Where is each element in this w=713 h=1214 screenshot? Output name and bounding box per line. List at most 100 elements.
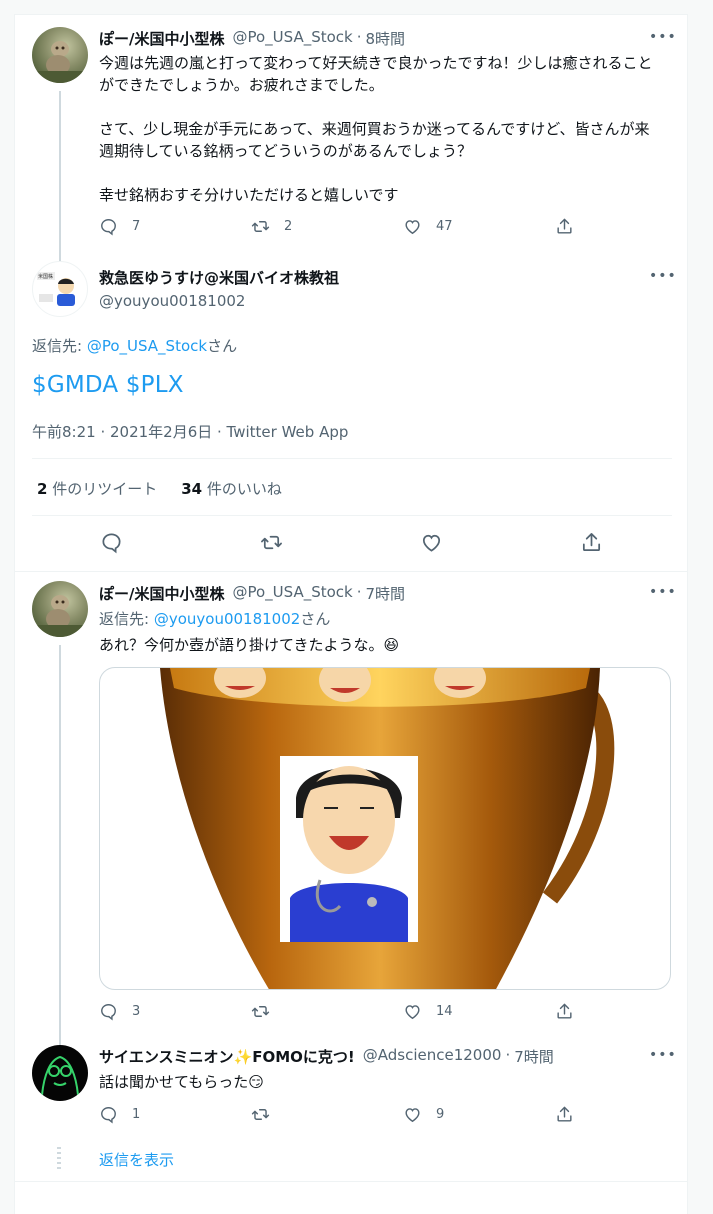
like-icon (405, 220, 420, 235)
tweet-paragraph: 幸せ銘柄おすそ分けいただけると嬉しいです (99, 186, 399, 204)
tweet3-header: ぽー/米国中小型株 @Po_USA_Stock · 7時間 (99, 583, 405, 604)
share-button[interactable] (555, 1105, 574, 1124)
reply-icon (101, 219, 116, 236)
reply-icon[interactable] (100, 531, 123, 554)
like-icon[interactable] (420, 531, 443, 554)
avatar-adscience[interactable] (32, 1045, 88, 1101)
thread-line (59, 91, 61, 261)
reply-count: 3 (132, 1004, 141, 1019)
share-button[interactable] (555, 1002, 574, 1021)
reply-button[interactable]: 1 (99, 1105, 140, 1124)
thread-dots (57, 1147, 61, 1169)
reply-to-label: 返信先: (99, 610, 154, 628)
doctor-avatar-icon: 米国株 (37, 272, 75, 306)
divider (32, 458, 672, 459)
author-handle[interactable]: @Adscience12000 (363, 1046, 502, 1067)
like-count: 9 (436, 1107, 445, 1122)
main-author: 救急医ゆうすけ@米国バイオ株教祖 @youyou00181002 (99, 267, 339, 310)
avatar-po-usa-stock[interactable] (32, 27, 88, 83)
divider (32, 515, 672, 516)
reply-icon (101, 1004, 116, 1021)
retweet-icon (251, 221, 270, 232)
thread-line (59, 645, 61, 1045)
avatar-po-usa-stock[interactable] (32, 581, 88, 637)
retweet-button[interactable] (251, 1002, 284, 1021)
reply-to-handle[interactable]: @Po_USA_Stock (87, 337, 207, 355)
timeline: ぽー/米国中小型株 @Po_USA_Stock · 8時間 ••• 今週は先週の… (14, 14, 688, 1214)
author-name[interactable]: 救急医ゆうすけ@米国バイオ株教祖 (99, 267, 339, 288)
retweet-button[interactable] (251, 1105, 284, 1124)
reply-to-handle[interactable]: @youyou00181002 (154, 610, 300, 628)
svg-text:米国株: 米国株 (38, 273, 53, 280)
share-button[interactable] (555, 217, 574, 236)
tweet-time[interactable]: 7時間 (366, 583, 406, 604)
author-handle[interactable]: @Po_USA_Stock (232, 583, 352, 604)
like-icon (405, 1005, 420, 1020)
main-tweet-body[interactable]: $GMDA $PLX (32, 372, 184, 398)
tweet1-body: 今週は先週の嵐と打って変わって好天続きで良かったですね！少しは癒されることができ… (99, 52, 659, 206)
like-stat-label: 件のいいね (202, 480, 282, 498)
retweet-stat-count: 2 (37, 480, 48, 498)
retweet-stat[interactable]: 2 件のリツイート (37, 478, 157, 499)
divider (15, 1181, 687, 1182)
author-name[interactable]: ぽー/米国中小型株 (99, 583, 224, 604)
tweet-time[interactable]: 8時間 (366, 28, 406, 49)
retweet-icon (251, 1006, 270, 1017)
reply-to-suffix: さん (207, 337, 238, 355)
reply-to: 返信先: @Po_USA_Stockさん (32, 335, 237, 356)
share-icon (557, 1003, 572, 1019)
tweet-paragraph: 今週は先週の嵐と打って変わって好天続きで良かったですね！少しは癒されることができ… (99, 54, 653, 94)
tweet3-body: あれ？今何か壺が語り掛けてきたような。😆 (99, 636, 400, 654)
show-replies-link[interactable]: 返信を表示 (99, 1149, 174, 1170)
author-handle[interactable]: @Po_USA_Stock (232, 28, 352, 49)
avatar-youyou[interactable]: 米国株 (32, 261, 88, 317)
engagement-stats: 2 件のリツイート 34 件のいいね (37, 478, 282, 499)
more-options-icon[interactable]: ••• (649, 585, 676, 606)
retweet-button[interactable]: 2 (251, 217, 292, 236)
more-options-icon[interactable]: ••• (649, 1048, 676, 1069)
share-icon (557, 218, 572, 234)
retweet-icon[interactable] (260, 531, 283, 554)
like-count: 47 (436, 219, 453, 234)
reply-to-suffix: さん (300, 610, 331, 628)
more-options-icon[interactable]: ••• (649, 30, 676, 51)
reply-icon (101, 1107, 116, 1124)
more-options-icon[interactable]: ••• (649, 269, 676, 290)
author-name[interactable]: サイエンスミニオン✨FOMOに克つ! (99, 1046, 355, 1067)
tweet3-actions: 3 14 (99, 1002, 579, 1022)
retweet-stat-label: 件のリツイート (47, 480, 158, 498)
tweet-time[interactable]: 7時間 (514, 1046, 554, 1067)
like-icon (405, 1108, 420, 1123)
tweet-image[interactable] (99, 667, 671, 990)
like-stat[interactable]: 34 件のいいね (181, 478, 282, 499)
share-icon (557, 1106, 572, 1122)
like-button[interactable]: 14 (403, 1002, 453, 1021)
reply-to-label: 返信先: (32, 337, 87, 355)
divider (15, 571, 687, 572)
tweet1-header: ぽー/米国中小型株 @Po_USA_Stock · 8時間 (99, 28, 405, 49)
main-actions (100, 531, 605, 555)
share-icon[interactable] (580, 531, 603, 554)
tweet4-actions: 1 9 (99, 1105, 579, 1125)
tweet-timestamp[interactable]: 午前8:21 · 2021年2月6日 · Twitter Web App (32, 421, 348, 442)
separator: · (356, 583, 362, 601)
minion-avatar-icon (41, 1055, 79, 1096)
author-handle[interactable]: @youyou00181002 (99, 292, 339, 310)
like-button[interactable]: 47 (403, 217, 453, 236)
reply-button[interactable]: 7 (99, 217, 140, 236)
retweet-count: 2 (284, 219, 293, 234)
monkey-photo-icon (36, 41, 84, 83)
like-count: 14 (436, 1004, 453, 1019)
tweet1-actions: 7 2 47 (99, 217, 579, 237)
like-button[interactable]: 9 (403, 1105, 444, 1124)
reply-button[interactable]: 3 (99, 1002, 140, 1021)
author-name[interactable]: ぽー/米国中小型株 (99, 28, 224, 49)
tweet4-body: 話は聞かせてもらった😏 (99, 1073, 264, 1091)
pot-doctor-image (160, 668, 615, 989)
monkey-photo-icon (36, 595, 84, 637)
tweet4-header: サイエンスミニオン✨FOMOに克つ! @Adscience12000 · 7時間 (99, 1046, 554, 1067)
tweet-paragraph: さて、少し現金が手元にあって、来週何買おうか迷ってるんですけど、皆さんが来週期待… (99, 120, 650, 160)
like-stat-count: 34 (181, 480, 203, 498)
separator: · (505, 1046, 511, 1064)
reply-to: 返信先: @youyou00181002さん (99, 608, 330, 629)
